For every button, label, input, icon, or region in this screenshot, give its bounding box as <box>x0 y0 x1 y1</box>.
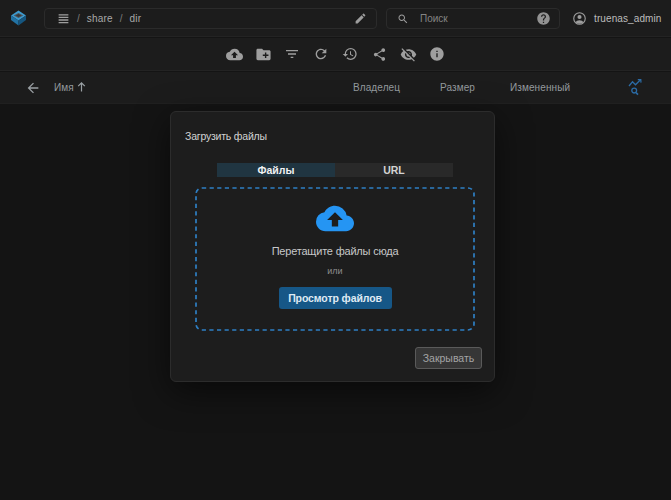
breadcrumb-segment-share[interactable]: share <box>87 13 113 24</box>
breadcrumb[interactable]: / share / dir <box>44 8 377 29</box>
dialog-tabs: Файлы URL <box>217 163 453 177</box>
breadcrumb-separator: / <box>77 13 80 24</box>
chart-search-icon[interactable] <box>628 78 645 97</box>
back-arrow-icon[interactable] <box>25 80 41 96</box>
menu-icon[interactable] <box>57 12 70 25</box>
share-button[interactable] <box>370 45 388 63</box>
breadcrumb-segment-dir[interactable]: dir <box>130 13 142 24</box>
column-header-name[interactable]: Имя <box>54 82 86 93</box>
upload-button[interactable] <box>225 45 243 63</box>
username-label: truenas_admin <box>594 13 661 24</box>
tab-files[interactable]: Файлы <box>217 163 335 177</box>
history-button[interactable] <box>341 45 359 63</box>
edit-path-icon[interactable] <box>354 12 367 25</box>
truenas-logo-icon <box>10 9 27 28</box>
table-header <box>0 72 671 104</box>
dialog-title: Загрузить файлы <box>185 130 267 142</box>
toggle-hidden-button[interactable] <box>399 45 417 63</box>
file-dropzone[interactable]: Перетащите файлы сюда или Просмотр файло… <box>195 187 475 331</box>
search-placeholder: Поиск <box>420 13 448 24</box>
sort-asc-icon <box>77 82 86 92</box>
close-dialog-button[interactable]: Закрывать <box>415 347 482 369</box>
top-bar: / share / dir Поиск truenas_admin <box>0 0 671 37</box>
upload-dialog: Загрузить файлы Файлы URL Перетащите фай… <box>170 111 495 382</box>
search-box[interactable]: Поиск <box>386 8 560 29</box>
dropzone-dashed-border <box>195 187 475 331</box>
column-header-owner[interactable]: Владелец <box>353 82 400 93</box>
breadcrumb-separator: / <box>120 13 123 24</box>
help-icon[interactable] <box>536 11 551 26</box>
refresh-button[interactable] <box>312 45 330 63</box>
tab-url[interactable]: URL <box>335 163 453 177</box>
search-icon <box>397 13 409 25</box>
column-header-size[interactable]: Размер <box>440 82 475 93</box>
filter-button[interactable] <box>283 45 301 63</box>
user-icon <box>572 11 587 26</box>
column-header-modified[interactable]: Измененный <box>510 82 570 93</box>
create-folder-button[interactable] <box>254 45 272 63</box>
user-menu[interactable]: truenas_admin <box>572 8 661 29</box>
action-toolbar <box>0 38 671 71</box>
info-button[interactable] <box>428 45 446 63</box>
